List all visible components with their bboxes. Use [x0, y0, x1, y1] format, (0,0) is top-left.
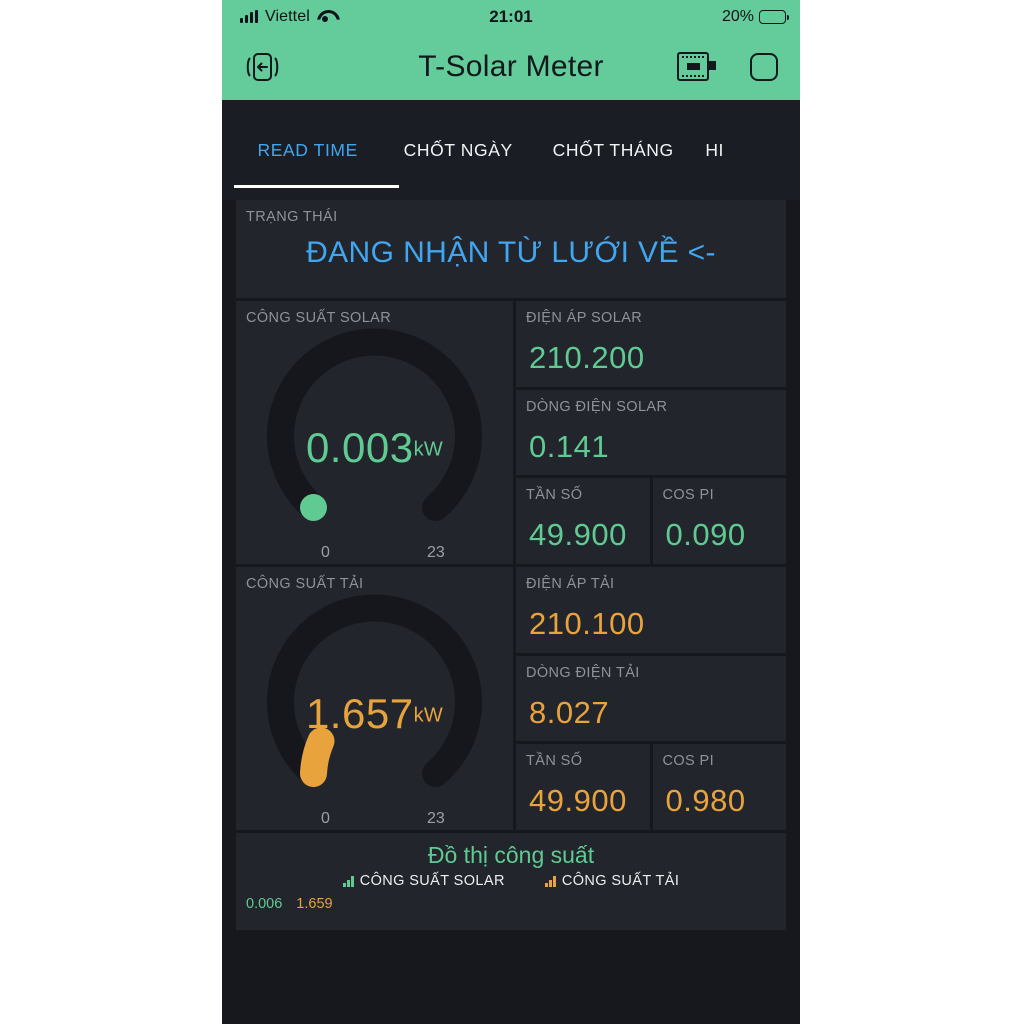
bar-chart-icon — [342, 875, 354, 887]
solar-cospi-value: 0.090 — [665, 517, 746, 553]
load-gauge-unit: kW — [413, 704, 444, 727]
status-bar-left: Viettel — [240, 8, 334, 26]
tab-chot-thang[interactable]: CHỐT THÁNG — [535, 140, 691, 161]
chart-value-load: 1.659 — [296, 896, 333, 912]
tab-active-indicator — [234, 185, 399, 188]
load-voltage-label: ĐIỆN ÁP TẢI — [526, 576, 615, 592]
content-area: TRẠNG THÁI ĐANG NHẬN TỪ LƯỚI VỀ <- CÔNG … — [222, 200, 800, 930]
solar-frequency-label: TẦN SỐ — [526, 487, 583, 504]
solar-voltage-label: ĐIỆN ÁP SOLAR — [526, 310, 643, 326]
load-current-value: 8.027 — [529, 694, 610, 730]
bar-chart-icon — [544, 875, 556, 887]
solar-gauge-panel: CÔNG SUẤT SOLAR 0.003kW 0 23 — [236, 301, 513, 564]
tab-chot-ngay[interactable]: CHỐT NGÀY — [381, 140, 535, 161]
circuit-board-icon[interactable] — [676, 50, 718, 84]
load-gauge-value: 1.657 — [305, 690, 414, 737]
solar-gauge-value: 0.003 — [305, 424, 414, 471]
legend-item-solar[interactable]: CÔNG SUẤT SOLAR — [342, 873, 505, 889]
solar-voltage-card: ĐIỆN ÁP SOLAR 210.200 — [516, 301, 786, 387]
load-gauge-min-label: 0 — [321, 810, 330, 827]
solar-row: CÔNG SUẤT SOLAR 0.003kW 0 23 ĐIỆN ÁP SOL… — [236, 301, 786, 565]
status-bar: Viettel 21:01 20% — [222, 0, 800, 33]
chart-values: 0.006 1.659 — [246, 896, 333, 912]
load-gauge-panel: CÔNG SUẤT TẢI 1.657kW 0 23 — [236, 567, 513, 830]
load-cospi-value: 0.980 — [665, 783, 746, 819]
legend-item-load[interactable]: CÔNG SUẤT TẢI — [544, 873, 680, 889]
tab-read-time[interactable]: READ TIME — [234, 140, 381, 161]
solar-gauge-unit: kW — [413, 438, 444, 461]
solar-frequency-card: TẦN SỐ 49.900 — [516, 478, 650, 565]
signal-bars-icon — [240, 10, 258, 23]
load-metric-pair: TẦN SỐ 49.900 COS PI 0.980 — [516, 744, 786, 831]
solar-current-label: DÒNG ĐIỆN SOLAR — [526, 398, 668, 415]
solar-voltage-value: 210.200 — [529, 340, 645, 375]
solar-gauge-min-label: 0 — [321, 544, 330, 561]
load-voltage-value: 210.100 — [529, 606, 645, 641]
chart-legend: CÔNG SUẤT SOLAR CÔNG SUẤT TẢI — [236, 873, 786, 889]
carrier-label: Viettel — [265, 7, 310, 25]
battery-icon — [759, 9, 789, 24]
status-panel-label: TRẠNG THÁI — [246, 209, 338, 225]
load-voltage-card: ĐIỆN ÁP TẢI 210.100 — [516, 567, 786, 653]
solar-metric-pair: TẦN SỐ 49.900 COS PI 0.090 — [516, 478, 786, 565]
solar-cospi-card: COS PI 0.090 — [652, 478, 786, 565]
solar-gauge-indicator — [300, 494, 327, 521]
solar-metrics: ĐIỆN ÁP SOLAR 210.200 DÒNG ĐIỆN SOLAR 0.… — [516, 301, 786, 565]
phone-screen: Viettel 21:01 20% T-Solar Meter READ TIM… — [222, 0, 800, 1024]
load-gauge: 1.657kW 0 23 — [251, 594, 498, 830]
solar-frequency-value: 49.900 — [529, 517, 627, 553]
chart-value-solar: 0.006 — [246, 896, 283, 912]
load-current-label: DÒNG ĐIỆN TẢI — [526, 664, 640, 681]
load-frequency-card: TẦN SỐ 49.900 — [516, 744, 650, 831]
rounded-square-icon[interactable] — [748, 51, 780, 83]
load-frequency-value: 49.900 — [529, 783, 627, 819]
legend-label-solar: CÔNG SUẤT SOLAR — [359, 873, 505, 889]
load-frequency-label: TẦN SỐ — [526, 753, 583, 770]
solar-current-value: 0.141 — [529, 428, 610, 464]
load-gauge-max-label: 23 — [427, 810, 445, 827]
load-gauge-label: CÔNG SUẤT TẢI — [246, 576, 364, 592]
wifi-icon — [317, 10, 334, 23]
battery-percent-label: 20% — [721, 7, 754, 25]
tab-hieu-suat[interactable]: HI — [691, 140, 800, 161]
chart-title: Đồ thị công suất — [427, 842, 595, 868]
load-current-card: DÒNG ĐIỆN TẢI 8.027 — [516, 655, 786, 742]
solar-cospi-label: COS PI — [662, 487, 715, 504]
solar-gauge-label: CÔNG SUẤT SOLAR — [246, 310, 392, 326]
status-panel: TRẠNG THÁI ĐANG NHẬN TỪ LƯỚI VỀ <- — [236, 200, 786, 298]
load-cospi-card: COS PI 0.980 — [652, 744, 786, 831]
status-panel-value: ĐANG NHẬN TỪ LƯỚI VỀ <- — [306, 236, 716, 269]
solar-gauge: 0.003kW 0 23 — [251, 328, 498, 564]
load-row: CÔNG SUẤT TẢI 1.657kW 0 23 ĐIỆN ÁP TẢI 2… — [236, 567, 786, 831]
load-gauge-readout: 1.657kW — [251, 690, 498, 738]
power-chart-panel: Đồ thị công suất CÔNG SUẤT SOLAR CÔNG SU… — [236, 833, 786, 930]
load-metrics: ĐIỆN ÁP TẢI 210.100 DÒNG ĐIỆN TẢI 8.027 … — [516, 567, 786, 831]
tab-bar[interactable]: READ TIME CHỐT NGÀY CHỐT THÁNG HI — [222, 100, 800, 200]
load-gauge-indicator — [300, 727, 335, 787]
legend-label-load: CÔNG SUẤT TẢI — [561, 873, 680, 889]
load-cospi-label: COS PI — [662, 753, 715, 770]
app-bar: T-Solar Meter — [222, 33, 800, 100]
status-bar-right: 20% — [721, 7, 789, 26]
solar-current-card: DÒNG ĐIỆN SOLAR 0.141 — [516, 389, 786, 476]
solar-gauge-readout: 0.003kW — [251, 424, 498, 472]
bottom-strip — [222, 930, 800, 952]
exit-left-arrow-icon[interactable] — [244, 50, 280, 84]
solar-gauge-max-label: 23 — [427, 544, 445, 561]
